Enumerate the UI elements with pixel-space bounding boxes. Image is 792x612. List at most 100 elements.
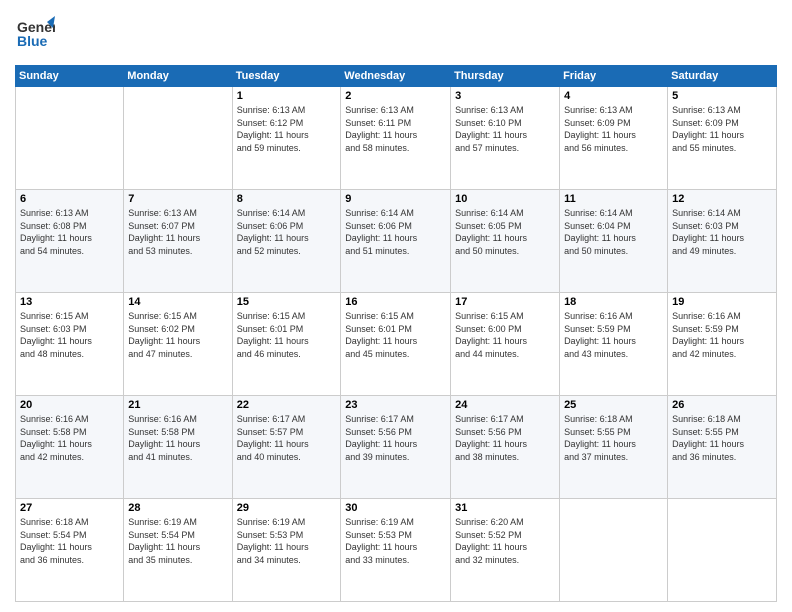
day-number: 27 — [20, 502, 119, 514]
calendar-cell: 23Sunrise: 6:17 AM Sunset: 5:56 PM Dayli… — [341, 396, 451, 499]
day-number: 31 — [455, 502, 555, 514]
day-number: 21 — [128, 399, 227, 411]
day-number: 14 — [128, 296, 227, 308]
calendar-row: 13 Sunrise: 6:15 AM Sunset: 6:03 PM Dayli… — [16, 293, 777, 396]
day-number: 3 — [455, 90, 555, 102]
day-number: 8 — [237, 193, 337, 205]
calendar-row: 1Sunrise: 6:13 AM Sunset: 6:12 PM Daylig… — [16, 87, 777, 190]
calendar-cell: 29 Sunrise: 6:19 AM Sunset: 5:53 PM Dayli… — [232, 499, 341, 602]
day-info: Sunrise: 6:15 AM Sunset: 6:00 PM Dayligh… — [455, 310, 555, 360]
day-info: Sunrise: 6:13 AM Sunset: 6:07 PM Dayligh… — [128, 207, 227, 257]
calendar-cell: 18Sunrise: 6:16 AM Sunset: 5:59 PM Dayli… — [560, 293, 668, 396]
weekday-header-cell: Friday — [560, 66, 668, 87]
weekday-header-cell: Wednesday — [341, 66, 451, 87]
day-number: 23 — [345, 399, 446, 411]
svg-text:Blue: Blue — [17, 33, 48, 49]
page: General Blue SundayMondayTuesdayWednesda… — [0, 0, 792, 612]
day-info: Sunrise: 6:18 AM Sunset: 5:55 PM Dayligh… — [564, 413, 663, 463]
day-info: Sunrise: 6:15 AM Sunset: 6:01 PM Dayligh… — [237, 310, 337, 360]
calendar-cell: 28 Sunrise: 6:19 AM Sunset: 5:54 PM Dayli… — [124, 499, 232, 602]
calendar-cell: 19 Sunrise: 6:16 AM Sunset: 5:59 PM Dayli… — [668, 293, 777, 396]
day-info: Sunrise: 6:19 AM Sunset: 5:54 PM Dayligh… — [128, 516, 227, 566]
day-info: Sunrise: 6:13 AM Sunset: 6:09 PM Dayligh… — [672, 104, 772, 154]
calendar-cell: 13 Sunrise: 6:15 AM Sunset: 6:03 PM Dayli… — [16, 293, 124, 396]
calendar-cell: 3 Sunrise: 6:13 AM Sunset: 6:10 PM Daylig… — [451, 87, 560, 190]
calendar-cell: 17 Sunrise: 6:15 AM Sunset: 6:00 PM Dayli… — [451, 293, 560, 396]
calendar-cell: 9 Sunrise: 6:14 AM Sunset: 6:06 PM Daylig… — [341, 190, 451, 293]
calendar-row: 6 Sunrise: 6:13 AM Sunset: 6:08 PM Daylig… — [16, 190, 777, 293]
day-info: Sunrise: 6:14 AM Sunset: 6:06 PM Dayligh… — [345, 207, 446, 257]
day-info: Sunrise: 6:18 AM Sunset: 5:55 PM Dayligh… — [672, 413, 772, 463]
day-number: 10 — [455, 193, 555, 205]
calendar-cell: 31Sunrise: 6:20 AM Sunset: 5:52 PM Dayli… — [451, 499, 560, 602]
day-info: Sunrise: 6:16 AM Sunset: 5:59 PM Dayligh… — [672, 310, 772, 360]
day-number: 7 — [128, 193, 227, 205]
calendar-cell: 8 Sunrise: 6:14 AM Sunset: 6:06 PM Daylig… — [232, 190, 341, 293]
day-info: Sunrise: 6:16 AM Sunset: 5:59 PM Dayligh… — [564, 310, 663, 360]
calendar-cell: 1Sunrise: 6:13 AM Sunset: 6:12 PM Daylig… — [232, 87, 341, 190]
weekday-header-cell: Sunday — [16, 66, 124, 87]
logo-icon: General Blue — [15, 14, 55, 54]
day-number: 19 — [672, 296, 772, 308]
calendar-cell: 6 Sunrise: 6:13 AM Sunset: 6:08 PM Daylig… — [16, 190, 124, 293]
day-info: Sunrise: 6:13 AM Sunset: 6:11 PM Dayligh… — [345, 104, 446, 154]
day-number: 29 — [237, 502, 337, 514]
weekday-header-cell: Monday — [124, 66, 232, 87]
calendar-cell: 7 Sunrise: 6:13 AM Sunset: 6:07 PM Daylig… — [124, 190, 232, 293]
calendar-cell: 10 Sunrise: 6:14 AM Sunset: 6:05 PM Dayli… — [451, 190, 560, 293]
calendar-cell: 5 Sunrise: 6:13 AM Sunset: 6:09 PM Daylig… — [668, 87, 777, 190]
day-number: 16 — [345, 296, 446, 308]
calendar-cell: 22 Sunrise: 6:17 AM Sunset: 5:57 PM Dayli… — [232, 396, 341, 499]
calendar-cell: 4Sunrise: 6:13 AM Sunset: 6:09 PM Daylig… — [560, 87, 668, 190]
day-number: 25 — [564, 399, 663, 411]
day-number: 11 — [564, 193, 663, 205]
day-number: 12 — [672, 193, 772, 205]
calendar-body: 1Sunrise: 6:13 AM Sunset: 6:12 PM Daylig… — [16, 87, 777, 602]
day-number: 17 — [455, 296, 555, 308]
day-info: Sunrise: 6:14 AM Sunset: 6:04 PM Dayligh… — [564, 207, 663, 257]
day-number: 15 — [237, 296, 337, 308]
day-number: 20 — [20, 399, 119, 411]
day-info: Sunrise: 6:14 AM Sunset: 6:05 PM Dayligh… — [455, 207, 555, 257]
calendar-row: 27 Sunrise: 6:18 AM Sunset: 5:54 PM Dayli… — [16, 499, 777, 602]
day-number: 9 — [345, 193, 446, 205]
day-info: Sunrise: 6:16 AM Sunset: 5:58 PM Dayligh… — [128, 413, 227, 463]
calendar-cell: 11 Sunrise: 6:14 AM Sunset: 6:04 PM Dayli… — [560, 190, 668, 293]
calendar-table: SundayMondayTuesdayWednesdayThursdayFrid… — [15, 65, 777, 602]
calendar-cell: 30 Sunrise: 6:19 AM Sunset: 5:53 PM Dayli… — [341, 499, 451, 602]
calendar-cell — [16, 87, 124, 190]
calendar-cell: 20 Sunrise: 6:16 AM Sunset: 5:58 PM Dayli… — [16, 396, 124, 499]
day-info: Sunrise: 6:17 AM Sunset: 5:57 PM Dayligh… — [237, 413, 337, 463]
day-info: Sunrise: 6:14 AM Sunset: 6:06 PM Dayligh… — [237, 207, 337, 257]
calendar-cell: 15 Sunrise: 6:15 AM Sunset: 6:01 PM Dayli… — [232, 293, 341, 396]
day-number: 30 — [345, 502, 446, 514]
header: General Blue — [15, 10, 777, 59]
day-number: 22 — [237, 399, 337, 411]
calendar-cell: 16 Sunrise: 6:15 AM Sunset: 6:01 PM Dayli… — [341, 293, 451, 396]
day-number: 26 — [672, 399, 772, 411]
day-info: Sunrise: 6:15 AM Sunset: 6:01 PM Dayligh… — [345, 310, 446, 360]
day-info: Sunrise: 6:13 AM Sunset: 6:12 PM Dayligh… — [237, 104, 337, 154]
day-info: Sunrise: 6:18 AM Sunset: 5:54 PM Dayligh… — [20, 516, 119, 566]
weekday-header: SundayMondayTuesdayWednesdayThursdayFrid… — [16, 66, 777, 87]
day-number: 28 — [128, 502, 227, 514]
calendar-cell: 25 Sunrise: 6:18 AM Sunset: 5:55 PM Dayli… — [560, 396, 668, 499]
day-info: Sunrise: 6:13 AM Sunset: 6:09 PM Dayligh… — [564, 104, 663, 154]
day-number: 6 — [20, 193, 119, 205]
calendar-cell: 24Sunrise: 6:17 AM Sunset: 5:56 PM Dayli… — [451, 396, 560, 499]
day-info: Sunrise: 6:19 AM Sunset: 5:53 PM Dayligh… — [345, 516, 446, 566]
day-number: 5 — [672, 90, 772, 102]
day-info: Sunrise: 6:16 AM Sunset: 5:58 PM Dayligh… — [20, 413, 119, 463]
calendar-cell: 2Sunrise: 6:13 AM Sunset: 6:11 PM Daylig… — [341, 87, 451, 190]
day-info: Sunrise: 6:13 AM Sunset: 6:08 PM Dayligh… — [20, 207, 119, 257]
day-info: Sunrise: 6:15 AM Sunset: 6:03 PM Dayligh… — [20, 310, 119, 360]
day-info: Sunrise: 6:15 AM Sunset: 6:02 PM Dayligh… — [128, 310, 227, 360]
day-number: 13 — [20, 296, 119, 308]
day-info: Sunrise: 6:19 AM Sunset: 5:53 PM Dayligh… — [237, 516, 337, 566]
calendar-cell — [560, 499, 668, 602]
calendar-cell: 12Sunrise: 6:14 AM Sunset: 6:03 PM Dayli… — [668, 190, 777, 293]
calendar-cell: 26 Sunrise: 6:18 AM Sunset: 5:55 PM Dayli… — [668, 396, 777, 499]
logo: General Blue — [15, 14, 55, 59]
day-info: Sunrise: 6:13 AM Sunset: 6:10 PM Dayligh… — [455, 104, 555, 154]
calendar-row: 20 Sunrise: 6:16 AM Sunset: 5:58 PM Dayli… — [16, 396, 777, 499]
